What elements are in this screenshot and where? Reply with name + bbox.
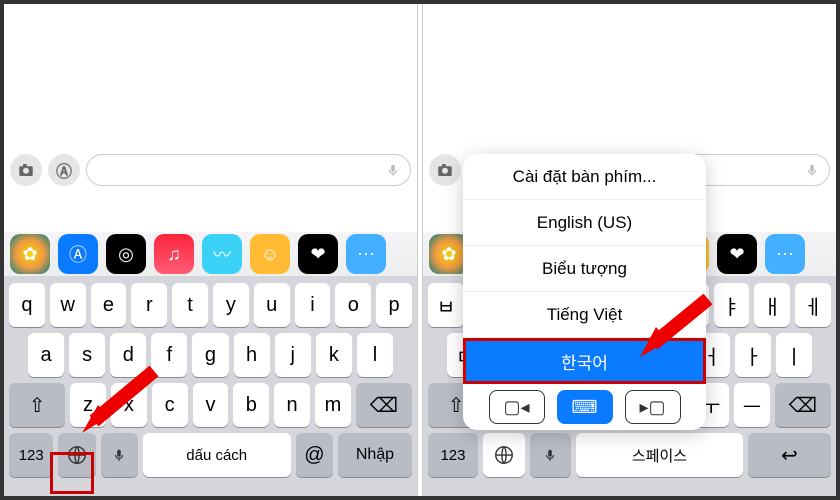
app-appstore[interactable]: Ⓐ (58, 234, 98, 274)
letter-key[interactable]: o (335, 283, 371, 327)
mic-icon (112, 446, 126, 464)
letter-key[interactable]: m (315, 383, 351, 427)
letter-key[interactable]: z (70, 383, 106, 427)
language-option[interactable]: English (US) (463, 200, 706, 246)
letter-key[interactable]: q (9, 283, 45, 327)
app-sound[interactable]: 〰 (202, 234, 242, 274)
letter-key[interactable]: t (172, 283, 208, 327)
app-more[interactable]: ⋯ (346, 234, 386, 274)
letter-key[interactable]: c (152, 383, 188, 427)
dictation-key[interactable] (101, 433, 138, 477)
layout-left[interactable]: ▢◂ (489, 390, 545, 424)
right-screenshot: Ⓐ ✿ Ⓐ ◎ ♫ 〰 ☺ ❤ ⋯ ㅂㅈㄷㄱㅅㅛㅕㅑㅐㅔ ㅁㄴㅇㄹㅎㅗㅓㅏㅣ ⇧… (423, 4, 836, 496)
keyboard-layout-row: ▢◂ ⌨ ▸▢ (463, 384, 706, 430)
return-key[interactable]: ↩ (748, 433, 831, 477)
backspace-key[interactable]: ⌫ (775, 383, 831, 427)
numbers-key[interactable]: 123 (428, 433, 478, 477)
keyboard-language-popup: Cài đặt bàn phím... English (US) Biểu tư… (463, 154, 706, 430)
dictation-key[interactable] (530, 433, 572, 477)
language-option-selected[interactable]: 한국어 (463, 338, 706, 384)
letter-key[interactable]: n (274, 383, 310, 427)
letter-key[interactable]: u (254, 283, 290, 327)
mic-icon (543, 446, 557, 464)
letter-key[interactable]: x (111, 383, 147, 427)
app-more[interactable]: ⋯ (765, 234, 805, 274)
app-digital[interactable]: ❤ (717, 234, 757, 274)
app-music[interactable]: ♫ (154, 234, 194, 274)
letter-key[interactable]: j (275, 333, 311, 377)
letter-key[interactable]: r (131, 283, 167, 327)
keyboard-settings-item[interactable]: Cài đặt bàn phím... (463, 154, 706, 200)
space-key[interactable]: dấu cách (143, 433, 291, 477)
letter-key[interactable]: i (295, 283, 331, 327)
app-activity[interactable]: ◎ (106, 234, 146, 274)
hangul-key[interactable]: ㅐ (754, 283, 790, 327)
letter-key[interactable]: k (316, 333, 352, 377)
layout-full[interactable]: ⌨ (557, 390, 613, 424)
hangul-key[interactable]: ㅑ (714, 283, 750, 327)
letter-key[interactable]: e (91, 283, 127, 327)
letter-key[interactable]: a (28, 333, 64, 377)
at-key[interactable]: @ (296, 433, 333, 477)
letter-key[interactable]: d (110, 333, 146, 377)
globe-key[interactable] (483, 433, 525, 477)
app-digital[interactable]: ❤ (298, 234, 338, 274)
language-option[interactable]: Biểu tượng (463, 246, 706, 292)
backspace-key[interactable]: ⌫ (356, 383, 412, 427)
hangul-key[interactable]: ㅡ (734, 383, 770, 427)
shift-key[interactable]: ⇧ (9, 383, 65, 427)
hangul-key[interactable]: ㅣ (776, 333, 812, 377)
hangul-key[interactable]: ㅏ (735, 333, 771, 377)
letter-key[interactable]: h (234, 333, 270, 377)
letter-key[interactable]: s (69, 333, 105, 377)
app-strip: ✿ Ⓐ ◎ ♫ 〰 ☺ ❤ ⋯ (4, 232, 417, 276)
keyboard-left: qwertyuiop asdfghjkl ⇧ zxcvbnm ⌫ 123 dấu… (4, 276, 417, 496)
hangul-key[interactable]: ㅂ (428, 283, 464, 327)
camera-button[interactable] (10, 154, 42, 186)
letter-key[interactable]: f (151, 333, 187, 377)
letter-key[interactable]: y (213, 283, 249, 327)
globe-icon (66, 444, 88, 466)
mic-icon (805, 161, 819, 179)
globe-icon (493, 444, 515, 466)
camera-button[interactable] (429, 154, 461, 186)
message-text-field[interactable] (86, 154, 411, 186)
hangul-key[interactable]: ㅔ (795, 283, 831, 327)
letter-key[interactable]: w (50, 283, 86, 327)
letter-key[interactable]: v (193, 383, 229, 427)
letter-key[interactable]: l (357, 333, 393, 377)
letter-key[interactable]: p (376, 283, 412, 327)
numbers-key[interactable]: 123 (9, 433, 53, 477)
space-key[interactable]: 스페이스 (576, 433, 743, 477)
globe-key[interactable] (58, 433, 95, 477)
message-input-bar: Ⓐ (10, 152, 411, 188)
left-screenshot: Ⓐ ✿ Ⓐ ◎ ♫ 〰 ☺ ❤ ⋯ qwertyuiop asdfghjkl ⇧… (4, 4, 417, 496)
letter-key[interactable]: b (233, 383, 269, 427)
layout-right[interactable]: ▸▢ (625, 390, 681, 424)
app-photos[interactable]: ✿ (10, 234, 50, 274)
appstore-button[interactable]: Ⓐ (48, 154, 80, 186)
mic-icon (386, 161, 400, 179)
app-memoji[interactable]: ☺ (250, 234, 290, 274)
enter-key[interactable]: Nhập (338, 433, 412, 477)
language-option[interactable]: Tiếng Việt (463, 292, 706, 338)
letter-key[interactable]: g (192, 333, 228, 377)
